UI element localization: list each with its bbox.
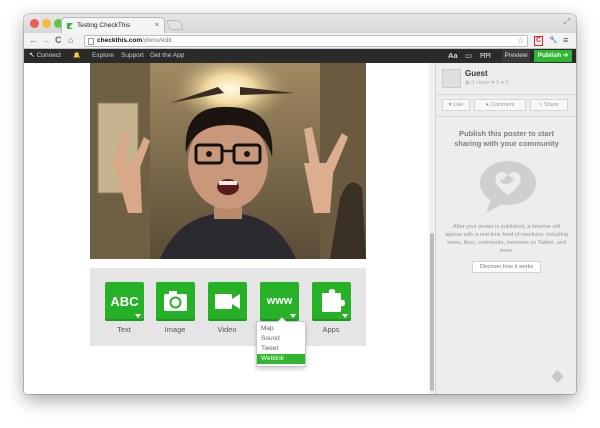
collapse-corner-icon[interactable] <box>551 370 564 383</box>
minimize-window-button[interactable] <box>42 19 51 28</box>
home-icon[interactable]: ⌂ <box>68 35 73 46</box>
image-button-label: Image <box>164 325 186 334</box>
comments-count: 0 <box>505 80 509 86</box>
text-button-label: Text <box>117 325 131 334</box>
page-icon <box>88 38 94 45</box>
camera-icon <box>164 291 187 311</box>
publish-prompt-title: Publish this poster to start sharing wit… <box>454 129 559 148</box>
discover-how-button[interactable]: Discover how it works <box>472 261 541 273</box>
support-link[interactable]: Support <box>121 49 144 63</box>
eye-icon: ◉ <box>465 80 470 86</box>
link-dropdown-arrow-icon <box>290 314 296 318</box>
tab-strip: Testing CheckThis × ⤢ <box>24 14 576 33</box>
layout-tool-icon[interactable]: ĦĦ <box>480 49 491 63</box>
comment-icon: ● <box>500 80 504 86</box>
poster-canvas: ABC Text Image Video www Apps Map Sound … <box>24 63 435 394</box>
publish-arrow-icon: ➔ <box>562 52 569 59</box>
like-button[interactable]: ♥ Like <box>442 99 470 111</box>
publish-label: Publish <box>537 52 562 59</box>
tab-close-icon[interactable]: × <box>155 18 159 33</box>
likes-count: 0 <box>496 80 500 86</box>
image-block-button[interactable] <box>156 282 195 321</box>
url-path: /dwnv/edit <box>142 37 172 44</box>
reload-icon[interactable]: C <box>55 35 62 46</box>
share-icon: < <box>539 102 543 108</box>
url-host: checkthis.com <box>97 37 143 44</box>
bookmark-star-icon[interactable]: ☆ <box>517 36 524 46</box>
views-count: 0 views <box>471 80 490 86</box>
address-bar[interactable]: checkthis.com/dwnv/edit ☆ <box>84 35 528 47</box>
extension-icon[interactable]: C <box>534 36 544 46</box>
connect-arrow-icon: ↖ <box>29 52 35 59</box>
checkthis-favicon-icon <box>67 23 73 29</box>
poster-stats: ◉ 0 views ♥ 0 ● 0 <box>465 80 509 86</box>
link-type-dropdown: Map Sound Tweet Weblink <box>256 317 306 367</box>
publish-button[interactable]: Publish ➔ <box>534 50 572 62</box>
browser-toolbar: ← → C ⌂ checkthis.com/dwnv/edit ☆ C 🔧 ≡ <box>24 33 576 49</box>
avatar[interactable] <box>442 69 461 88</box>
connect-link[interactable]: ↖ Connect <box>29 49 61 63</box>
font-tool-icon[interactable]: Aa <box>448 49 458 63</box>
wrench-icon[interactable]: 🔧 <box>549 35 558 46</box>
share-button[interactable]: < Share <box>530 99 568 111</box>
get-app-link[interactable]: Get the App <box>150 49 184 63</box>
heart-icon: ♥ <box>491 80 495 86</box>
image-tool-icon[interactable]: ▭ <box>465 49 472 63</box>
text-block-button[interactable]: ABC <box>105 282 144 321</box>
new-tab-button[interactable] <box>166 20 184 30</box>
explore-link[interactable]: Explore <box>92 49 114 63</box>
connect-label: Connect <box>36 52 61 59</box>
dropdown-item-weblink[interactable]: Weblink <box>257 354 305 364</box>
heart-speech-bubble-icon <box>480 161 536 213</box>
username[interactable]: Guest <box>465 69 488 78</box>
poster-photo[interactable] <box>90 63 366 259</box>
publish-prompt-description: After your poster is published, a timeli… <box>445 224 568 254</box>
browser-tab[interactable]: Testing CheckThis × <box>61 17 165 33</box>
comment-label: Comment <box>490 102 515 108</box>
fullscreen-icon[interactable]: ⤢ <box>564 17 570 27</box>
apps-block-button[interactable] <box>312 282 351 321</box>
tab-title: Testing CheckThis <box>77 22 131 29</box>
selfie-photo-image <box>90 63 366 259</box>
preview-button[interactable]: Preview <box>502 50 530 62</box>
forward-icon[interactable]: → <box>41 35 50 46</box>
notifications-bell-icon[interactable]: 🔔 <box>73 49 80 63</box>
media-bar: ABC Text Image Video www Apps <box>90 268 366 346</box>
share-label: Share <box>544 102 559 108</box>
browser-menu-icon[interactable]: ≡ <box>563 35 568 46</box>
divider <box>436 94 576 95</box>
like-heart-icon: ♥ <box>448 102 452 108</box>
video-button-label: Video <box>217 325 237 334</box>
divider <box>436 116 576 117</box>
close-window-button[interactable] <box>30 19 39 28</box>
site-top-nav: ↖ Connect 🔔 Explore Support Get the App … <box>24 49 576 63</box>
comment-button[interactable]: ● Comment <box>474 99 526 111</box>
scrollbar-thumb[interactable] <box>430 233 434 391</box>
dropdown-item-sound[interactable]: Sound <box>257 334 305 344</box>
text-dropdown-arrow-icon <box>135 314 141 318</box>
comment-bubble-icon: ● <box>485 102 489 108</box>
browser-window: Testing CheckThis × ⤢ ← → C ⌂ checkthis.… <box>24 14 576 394</box>
apps-dropdown-arrow-icon <box>342 314 348 318</box>
back-icon[interactable]: ← <box>29 35 38 46</box>
like-label: Like <box>453 102 464 108</box>
activity-sidebar: Guest ◉ 0 views ♥ 0 ● 0 ♥ Like ● Comment… <box>435 63 576 394</box>
dropdown-item-tweet[interactable]: Tweet <box>257 344 305 354</box>
video-camera-icon <box>215 294 240 309</box>
dropdown-item-map[interactable]: Map <box>257 324 305 334</box>
apps-button-label: Apps <box>322 325 340 334</box>
link-block-button[interactable]: www <box>260 282 299 321</box>
video-block-button[interactable] <box>208 282 247 321</box>
